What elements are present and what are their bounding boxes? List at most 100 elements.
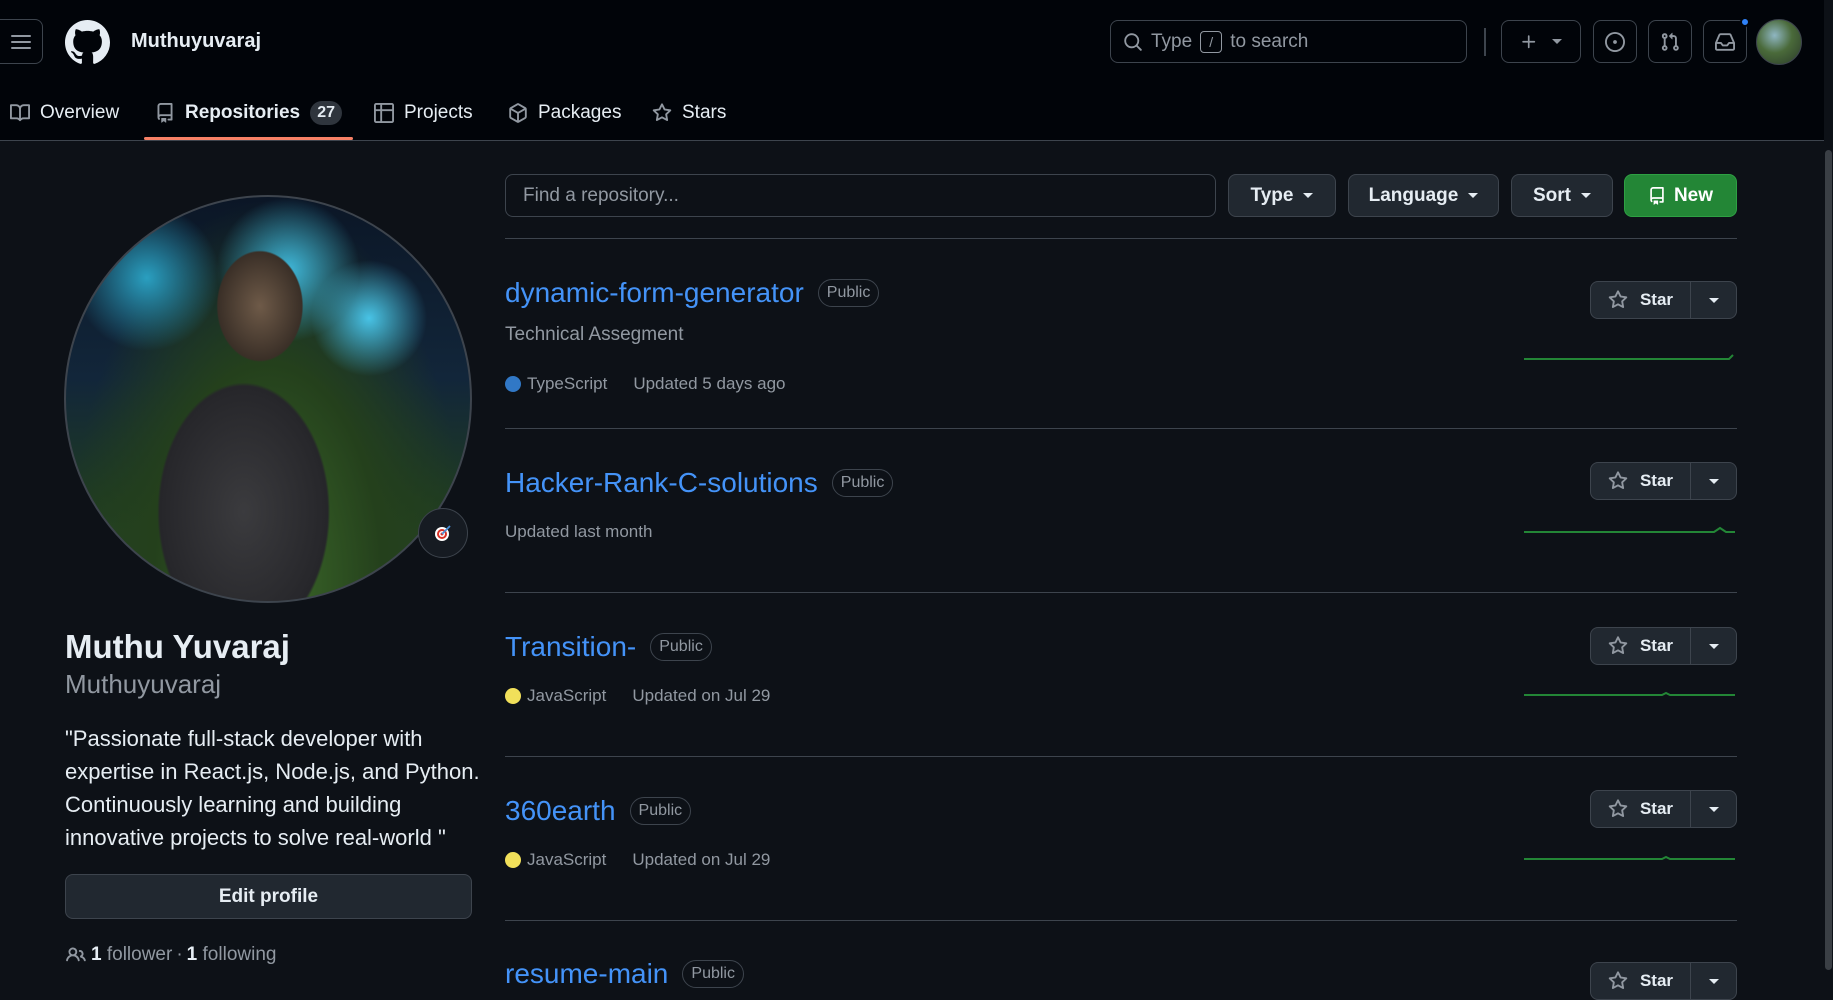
- star-button[interactable]: Star: [1590, 962, 1691, 1000]
- star-button-group: Star: [1590, 962, 1737, 1000]
- sort-label: Sort: [1533, 184, 1571, 206]
- star-icon: [652, 102, 672, 121]
- visibility-badge: Public: [817, 279, 880, 307]
- github-logo-icon[interactable]: [65, 20, 110, 65]
- package-icon: [509, 102, 527, 123]
- divider: [505, 920, 1737, 921]
- repo-link[interactable]: 360earth: [505, 795, 616, 827]
- chevron-down-icon: [1708, 478, 1719, 484]
- star-icon: [1608, 290, 1628, 309]
- language-color-dot: [505, 688, 521, 704]
- star-button[interactable]: Star: [1590, 281, 1691, 319]
- repo-item: dynamic-form-generator Public: [505, 277, 880, 309]
- divider: [505, 756, 1737, 757]
- repo-language: JavaScript: [505, 686, 606, 706]
- visibility-badge: Public: [682, 960, 744, 988]
- issues-button[interactable]: [1593, 20, 1637, 63]
- scrollbar-thumb[interactable]: [1825, 150, 1832, 970]
- create-new-button[interactable]: [1501, 20, 1581, 63]
- sort-button[interactable]: Sort: [1511, 174, 1613, 217]
- find-repository-input[interactable]: [505, 174, 1216, 217]
- language-filter-button[interactable]: Language: [1348, 174, 1499, 217]
- chevron-down-icon: [1552, 39, 1562, 44]
- hamburger-icon: [11, 34, 31, 49]
- chevron-down-icon: [1468, 193, 1479, 198]
- star-button-group: Star: [1590, 790, 1737, 828]
- profile-tabs: Overview Repositories 27 Projects Packag…: [0, 84, 1824, 141]
- pull-requests-button[interactable]: [1648, 20, 1692, 63]
- page-scrollbar[interactable]: [1824, 0, 1833, 997]
- star-list-dropdown[interactable]: [1691, 462, 1737, 500]
- divider: [505, 238, 1737, 239]
- context-username[interactable]: Muthuyuvaraj: [131, 30, 261, 53]
- active-tab-underline: [144, 137, 353, 140]
- followers-link[interactable]: 1 follower: [91, 944, 172, 966]
- repo-link[interactable]: Hacker-Rank-C-solutions: [505, 467, 818, 499]
- tab-label: Projects: [404, 101, 473, 123]
- following-link[interactable]: 1 following: [187, 944, 277, 966]
- language-filter-label: Language: [1368, 184, 1459, 206]
- star-button[interactable]: Star: [1590, 790, 1691, 828]
- star-button[interactable]: Star: [1590, 462, 1691, 500]
- profile-login: Muthuyuvaraj: [65, 669, 222, 699]
- tab-label: Packages: [538, 101, 622, 123]
- profile-photo[interactable]: [64, 195, 472, 603]
- activity-sparkline: [1524, 526, 1735, 533]
- activity-sparkline: [1524, 855, 1735, 860]
- type-filter-button[interactable]: Type: [1228, 174, 1336, 217]
- set-status-button[interactable]: [418, 508, 468, 558]
- profile-full-name: Muthu Yuvaraj: [65, 628, 290, 665]
- repo-link[interactable]: Transition-: [505, 631, 636, 663]
- tab-overview[interactable]: Overview: [10, 84, 119, 141]
- repo-meta: JavaScript Updated on Jul 29: [505, 850, 770, 870]
- repo-meta: Updated last month: [505, 522, 652, 542]
- followers-count: 1: [91, 944, 102, 965]
- repo-link[interactable]: resume-main: [505, 958, 668, 990]
- divider: [505, 592, 1737, 593]
- repo-meta: TypeScript Updated 5 days ago: [505, 374, 785, 394]
- star-icon: [1608, 636, 1628, 655]
- following-label: following: [202, 944, 277, 965]
- repo-language: TypeScript: [505, 374, 607, 394]
- edit-profile-button[interactable]: Edit profile: [65, 874, 472, 919]
- new-repository-button[interactable]: New: [1624, 174, 1737, 217]
- language-color-dot: [505, 376, 521, 392]
- star-button[interactable]: Star: [1590, 627, 1691, 665]
- tab-stars[interactable]: Stars: [652, 84, 726, 141]
- divider: [505, 428, 1737, 429]
- tab-repositories[interactable]: Repositories 27: [155, 84, 343, 141]
- tab-packages[interactable]: Packages: [508, 84, 621, 141]
- header-divider: [1484, 28, 1486, 56]
- people-icon: [66, 947, 86, 962]
- star-label: Star: [1639, 471, 1674, 490]
- issue-opened-icon: [1605, 31, 1625, 52]
- user-avatar[interactable]: [1756, 19, 1802, 65]
- star-list-dropdown[interactable]: [1691, 790, 1737, 828]
- star-button-group: Star: [1590, 281, 1737, 319]
- repo-link[interactable]: dynamic-form-generator: [505, 277, 804, 309]
- type-filter-label: Type: [1250, 184, 1294, 206]
- chevron-down-icon: [1303, 193, 1314, 198]
- repo-icon: [157, 102, 173, 123]
- tab-label: Repositories: [185, 101, 301, 123]
- tab-projects[interactable]: Projects: [374, 84, 473, 141]
- follow-separator: ·: [176, 944, 183, 965]
- star-list-dropdown[interactable]: [1691, 627, 1737, 665]
- activity-sparkline: [1524, 691, 1735, 696]
- star-list-dropdown[interactable]: [1691, 962, 1737, 1000]
- repo-updated: Updated on Jul 29: [632, 850, 771, 869]
- tab-label: Stars: [682, 101, 727, 123]
- chevron-down-icon: [1581, 193, 1591, 198]
- git-pull-request-icon: [1661, 32, 1679, 51]
- inbox-button[interactable]: [1703, 17, 1750, 63]
- repo-description: Technical Assegment: [505, 324, 684, 345]
- menu-button[interactable]: [0, 19, 43, 64]
- repo-updated: Updated 5 days ago: [633, 374, 786, 393]
- star-list-dropdown[interactable]: [1691, 281, 1737, 319]
- language-name: TypeScript: [527, 374, 608, 393]
- star-button-group: Star: [1590, 627, 1737, 665]
- repo-item: Transition- Public: [505, 631, 712, 663]
- search-icon: [1124, 32, 1142, 51]
- repo-item: 360earth Public: [505, 795, 692, 827]
- global-search-input[interactable]: Type / to search: [1110, 20, 1467, 63]
